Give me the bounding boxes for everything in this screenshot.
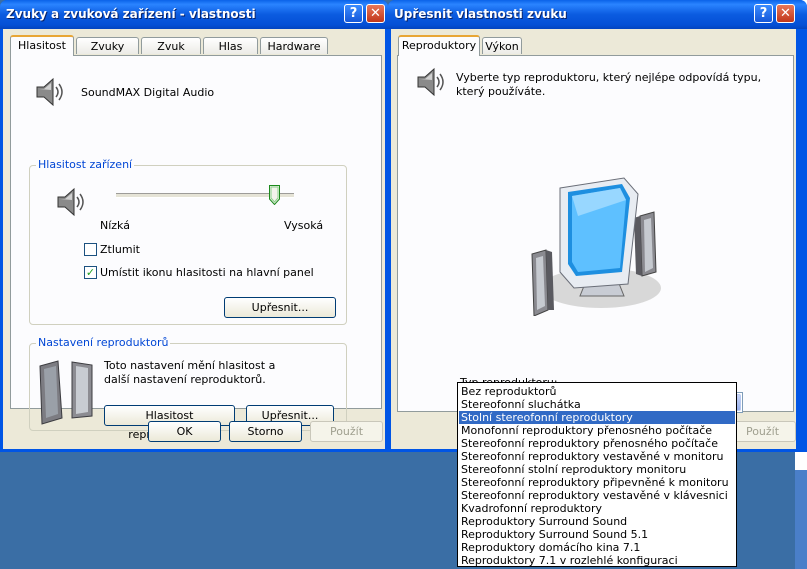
tab-speakers[interactable]: Reproduktory: [398, 35, 480, 56]
group-label: Nastavení reproduktorů: [36, 336, 171, 349]
dropdown-option[interactable]: Reproduktory 7.1 v rozlehlé konfiguraci: [459, 554, 735, 567]
speaker-icon: [36, 77, 63, 107]
dropdown-option[interactable]: Stereofonní reproduktory přenosného počí…: [459, 437, 735, 450]
mute-checkbox[interactable]: [84, 243, 97, 256]
dropdown-option[interactable]: Reproduktory Surround Sound 5.1: [459, 528, 735, 541]
volume-tab-panel: SoundMAX Digital Audio Hlasitost zařízen…: [10, 55, 382, 441]
dropdown-option[interactable]: Monofonní reproduktory přenosného počíta…: [459, 424, 735, 437]
device-advanced-button[interactable]: Upřesnit...: [224, 297, 336, 318]
window-title: Upřesnit vlastnosti zvuku: [394, 7, 567, 21]
window-client: Hlasitost Zvuky Zvuk Hlas Hardware Sound…: [3, 29, 385, 449]
tab-bar: Reproduktory Výkon: [396, 35, 776, 56]
device-volume-group: Hlasitost zařízení Nízká Vysoká Ztlumit: [29, 158, 347, 325]
sound-properties-window: Zvuky a zvuková zařízení - vlastnosti ? …: [0, 0, 388, 452]
speakers-tab-panel: Vyberte typ reproduktoru, který nejlépe …: [397, 55, 794, 413]
tab-voice[interactable]: Hlas: [203, 37, 258, 54]
speaker-settings-group: Nastavení reproduktorů Toto nastavení mě…: [29, 336, 347, 441]
speakers-icon: [39, 360, 93, 425]
monitor-speakers-icon: [531, 177, 661, 316]
dropdown-option[interactable]: Stereofonní stolní reproduktory monitoru: [459, 463, 735, 476]
close-icon[interactable]: ✕: [366, 4, 385, 23]
dropdown-option[interactable]: Bez reproduktorů: [459, 385, 735, 398]
dropdown-option[interactable]: Stereofonní sluchátka: [459, 398, 735, 411]
cancel-button[interactable]: Storno: [229, 421, 302, 442]
apply-button[interactable]: Použít: [729, 421, 796, 442]
help-icon[interactable]: ?: [754, 4, 773, 23]
help-icon[interactable]: ?: [344, 4, 363, 23]
mute-label[interactable]: Ztlumit: [100, 243, 140, 256]
title-bar[interactable]: Upřesnit vlastnosti zvuku ? ✕: [388, 0, 807, 29]
dropdown-option[interactable]: Stereofonní reproduktory vestavěné v klá…: [459, 489, 735, 502]
ok-button[interactable]: OK: [148, 421, 221, 442]
tab-audio[interactable]: Zvuk: [141, 37, 201, 54]
title-bar[interactable]: Zvuky a zvuková zařízení - vlastnosti ? …: [0, 0, 388, 29]
dropdown-option[interactable]: Stolní stereofonní reproduktory: [459, 411, 735, 424]
tray-icon-label[interactable]: Umístit ikonu hlasitosti na hlavní panel: [100, 266, 314, 279]
speaker-type-dropdown-list[interactable]: Bez reproduktorů Stereofonní sluchátka Sto…: [457, 382, 737, 567]
dropdown-option[interactable]: Kvadrofonní reproduktory: [459, 502, 735, 515]
apply-button[interactable]: Použít: [310, 421, 383, 442]
dropdown-option[interactable]: Stereofonní reproduktory vestavěné v mon…: [459, 450, 735, 463]
tray-icon-checkbox[interactable]: ✓: [84, 266, 97, 279]
tab-volume[interactable]: Hlasitost: [10, 35, 74, 56]
dropdown-option[interactable]: Reproduktory domácího kina 7.1: [459, 541, 735, 554]
device-name: SoundMAX Digital Audio: [81, 86, 215, 99]
speaker-description: Toto nastavení mění hlasitost a další na…: [104, 359, 276, 386]
dropdown-option[interactable]: Stereofonní reproduktory připevněné k mo…: [459, 476, 735, 489]
tab-performance[interactable]: Výkon: [482, 37, 522, 54]
close-icon[interactable]: ✕: [776, 4, 795, 23]
speaker-icon: [57, 187, 84, 217]
volume-slider-track[interactable]: [116, 193, 294, 198]
volume-low-label: Nízká: [100, 219, 130, 232]
tab-hardware[interactable]: Hardware: [260, 37, 328, 54]
dropdown-option[interactable]: Reproduktory Surround Sound: [459, 515, 735, 528]
window-title: Zvuky a zvuková zařízení - vlastnosti: [6, 7, 256, 21]
volume-high-label: Vysoká: [284, 219, 324, 232]
speaker-icon: [417, 67, 444, 97]
speaker-type-description: Vyberte typ reproduktoru, který nejlépe …: [456, 71, 762, 98]
volume-slider-thumb[interactable]: [269, 185, 281, 205]
tab-sounds[interactable]: Zvuky: [76, 37, 139, 54]
tab-bar: Hlasitost Zvuky Zvuk Hlas Hardware: [8, 35, 383, 56]
checkmark-icon: ✓: [85, 266, 96, 279]
group-label: Hlasitost zařízení: [36, 158, 135, 171]
